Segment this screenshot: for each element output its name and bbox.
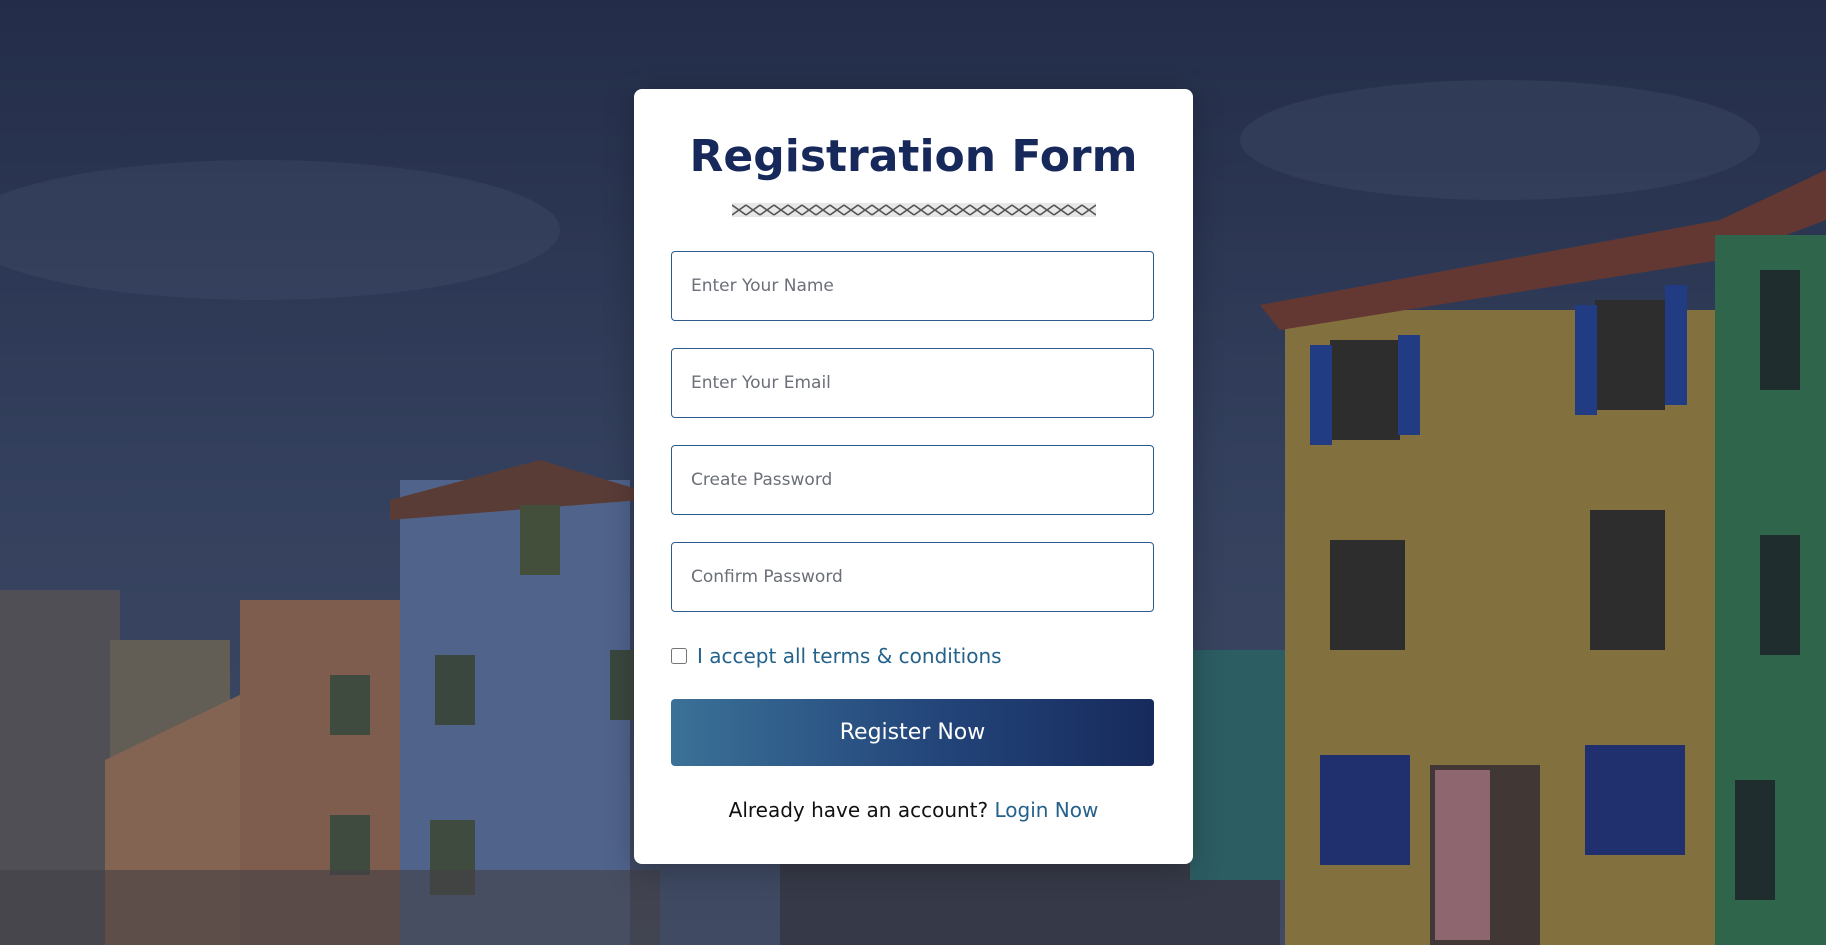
terms-label[interactable]: I accept all terms & conditions	[697, 644, 1002, 668]
email-input[interactable]	[671, 348, 1154, 418]
registration-card: Registration Form I accept all terms & c…	[634, 89, 1193, 864]
login-link[interactable]: Login Now	[994, 798, 1098, 822]
name-input[interactable]	[671, 251, 1154, 321]
confirm-password-input[interactable]	[671, 542, 1154, 612]
terms-row: I accept all terms & conditions	[671, 641, 1002, 671]
terms-checkbox[interactable]	[671, 648, 687, 664]
decorative-divider	[732, 203, 1096, 217]
form-title: Registration Form	[689, 131, 1138, 182]
login-prompt: Already have an account? Login Now	[634, 798, 1193, 822]
account-prompt-text: Already have an account?	[728, 798, 989, 822]
register-button[interactable]: Register Now	[671, 699, 1154, 766]
create-password-input[interactable]	[671, 445, 1154, 515]
